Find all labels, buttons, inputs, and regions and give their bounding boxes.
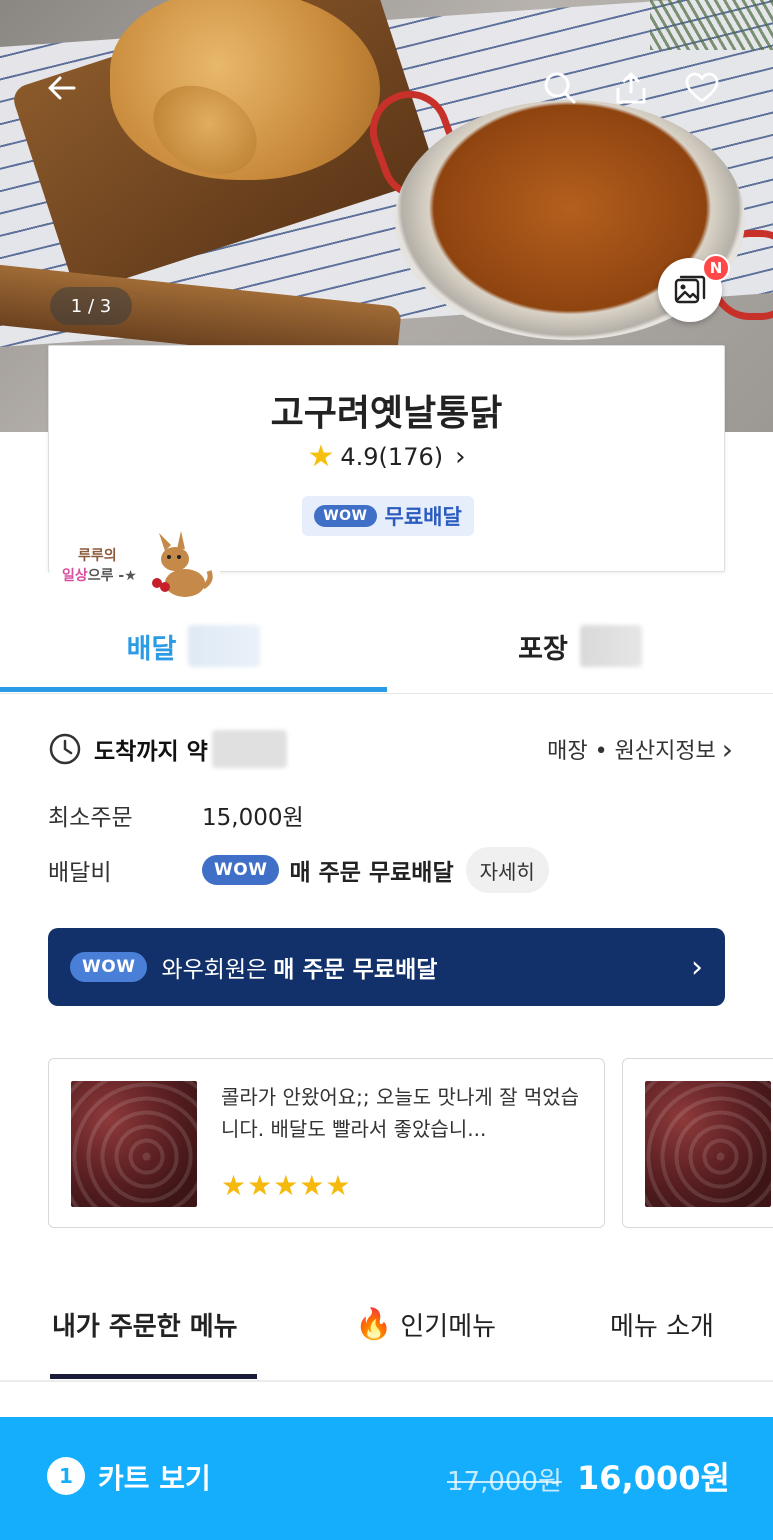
tab-popular-label: 인기메뉴 xyxy=(400,1312,497,1342)
min-order-label: 최소주문 xyxy=(48,805,133,831)
delivery-fee-detail-button[interactable]: 자세히 xyxy=(465,847,549,893)
favorite-button[interactable] xyxy=(680,66,724,110)
delivery-fee-row: 배달비 WOW 매 주문 무료배달 자세히 xyxy=(48,847,549,893)
store-origin-info-link[interactable]: 매장 • 원산지정보 › xyxy=(547,733,733,766)
rating-value: 4.9(176) xyxy=(340,443,444,471)
sticker-text-1: 루루의 xyxy=(78,548,117,564)
clock-icon xyxy=(49,733,81,765)
review-card[interactable]: 콜라가 안왔어요;; 오늘도 맛나게 잘 먹었습니다. 배달도 빨라서 좋았습니… xyxy=(48,1058,605,1228)
original-price: 17,000원 xyxy=(447,1467,562,1497)
review-photo xyxy=(71,1081,197,1207)
tab-pickup[interactable]: 포장 xyxy=(387,600,773,692)
delivery-fee-label: 배달비 xyxy=(48,860,112,886)
wow-banner-text: 와우회원은 xyxy=(161,957,268,983)
min-order-value: 15,000원 xyxy=(202,805,304,831)
user-sticker-watermark: 루루의 일상으루 -★ xyxy=(50,525,220,603)
cart-count-badge: 1 xyxy=(47,1457,85,1495)
back-arrow-icon xyxy=(48,76,76,100)
hero-leaf xyxy=(650,0,773,50)
back-button[interactable] xyxy=(40,66,84,110)
blurred-delivery-time xyxy=(188,625,261,667)
wow-badge: WOW xyxy=(314,505,377,527)
store-name: 고구려옛날통닭 xyxy=(270,393,503,434)
blurred-pickup-time xyxy=(579,625,642,667)
chevron-right-icon: › xyxy=(691,949,703,985)
new-badge: N xyxy=(702,254,730,282)
final-price: 16,000원 xyxy=(577,1459,730,1497)
eta-row: 도착까지 약 매장 • 원산지정보 › xyxy=(48,726,733,772)
tab-pickup-label: 포장 xyxy=(518,633,568,665)
review-photo xyxy=(645,1081,771,1207)
tab-delivery-label: 배달 xyxy=(126,633,177,665)
review-stars: ★★★★★ xyxy=(221,1169,352,1202)
sticker-text-2: 일상으루 -★ xyxy=(62,565,137,585)
rating-link[interactable]: ★ 4.9(176) › xyxy=(49,439,724,474)
gallery-icon xyxy=(674,275,706,304)
tab-menu-intro[interactable]: 메뉴 소개 xyxy=(610,1306,714,1343)
tab-ordered-menu[interactable]: 내가 주문한 메뉴 xyxy=(52,1306,238,1343)
eta-label: 도착까지 약 xyxy=(94,739,208,765)
delivery-fee-value: 매 주문 무료배달 xyxy=(289,860,454,886)
wow-banner-bold-text: 매 주문 무료배달 xyxy=(273,957,438,983)
view-cart-button[interactable]: 1 카트 보기 17,000원 16,000원 xyxy=(0,1417,773,1540)
search-button[interactable] xyxy=(538,66,582,110)
blurred-eta-value xyxy=(211,730,287,768)
store-origin-info-label: 매장 • 원산지정보 xyxy=(547,739,716,764)
chevron-right-icon: › xyxy=(455,442,466,472)
image-counter: 1 / 3 xyxy=(50,287,132,325)
cart-label: 카트 보기 xyxy=(98,1462,211,1495)
search-icon xyxy=(544,72,576,104)
min-order-row: 최소주문 15,000원 xyxy=(48,798,304,832)
wow-badge: WOW xyxy=(202,855,280,885)
heart-icon xyxy=(685,72,719,103)
review-card[interactable] xyxy=(622,1058,773,1228)
wow-membership-banner[interactable]: WOW 와우회원은 매 주문 무료배달 › xyxy=(48,928,725,1006)
review-text: 콜라가 안왔어요;; 오늘도 맛나게 잘 먹었습니다. 배달도 빨라서 좋았습니… xyxy=(221,1085,580,1141)
menu-tabs: 내가 주문한 메뉴 🔥 인기메뉴 메뉴 소개 xyxy=(0,1290,773,1382)
tab-popular-menu[interactable]: 🔥 인기메뉴 xyxy=(355,1306,496,1343)
dog-sticker-icon xyxy=(152,531,213,597)
sticker-text-2b: 으루 -★ xyxy=(87,568,137,584)
active-tab-indicator xyxy=(0,687,387,692)
free-delivery-label: 무료배달 xyxy=(384,505,462,529)
active-menu-tab-indicator xyxy=(50,1374,257,1379)
star-icon: ★ xyxy=(307,439,335,474)
fire-icon: 🔥 xyxy=(355,1307,393,1342)
order-type-tabs: 배달 포장 xyxy=(0,600,773,694)
tab-delivery[interactable]: 배달 xyxy=(0,600,387,692)
wow-free-delivery-chip: WOW 무료배달 xyxy=(302,496,474,536)
sticker-text-2a: 일상 xyxy=(62,568,88,584)
wow-badge: WOW xyxy=(70,952,148,982)
share-icon xyxy=(616,72,646,104)
share-button[interactable] xyxy=(609,66,653,110)
chevron-right-icon: › xyxy=(721,732,733,766)
